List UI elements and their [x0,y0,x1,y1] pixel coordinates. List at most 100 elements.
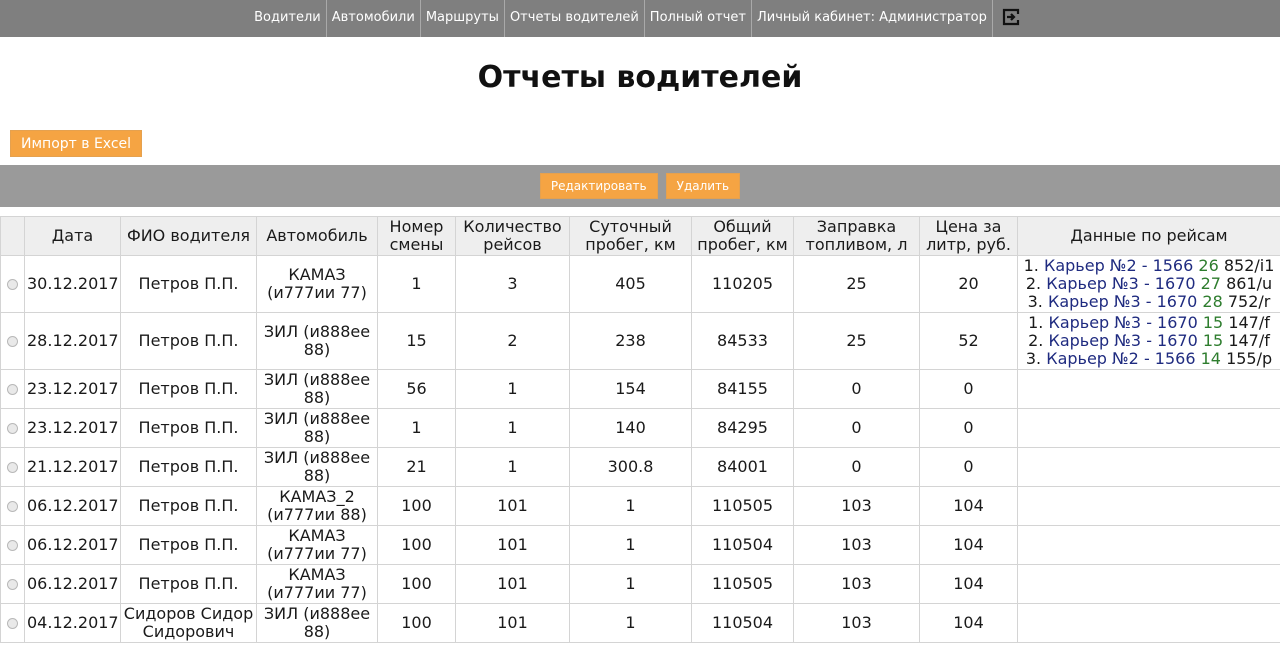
import-excel-button[interactable]: Импорт в Excel [10,130,143,157]
cell-date: 06.12.2017 [24,486,121,526]
table-row[interactable]: 28.12.2017 Петров П.П. ЗИЛ (и888ее 88) 15 2 2… [0,312,1280,370]
cell-car: КАМАЗ (и777ии 77) [256,525,378,565]
cell-total-mileage: 84295 [691,408,794,448]
action-bar: Редактировать Удалить [0,165,1280,207]
cell-driver: Петров П.П. [120,255,257,313]
cell-price: 104 [919,525,1018,565]
header-car[interactable]: Автомобиль [256,216,378,256]
row-radio[interactable] [7,462,18,473]
header-shift[interactable]: Номер смены [377,216,456,256]
trip-detail: 147/f [1223,331,1270,350]
table-row[interactable]: 06.12.2017 Петров П.П. КАМАЗ (и777ии 77) 10… [0,564,1280,604]
table-row[interactable]: 21.12.2017 Петров П.П. ЗИЛ (и888ее 88) 21 1 3… [0,447,1280,487]
row-radio[interactable] [7,579,18,590]
table-row[interactable]: 23.12.2017 Петров П.П. ЗИЛ (и888ее 88) 1 1 14… [0,408,1280,448]
cell-trips-count: 3 [455,255,570,313]
cell-fuel: 103 [793,603,920,643]
trip-number: 2. [1025,274,1047,293]
cell-trips-data: 1. Карьер №2 - 1566 26 852/i1 2. Карьер №… [1017,255,1280,313]
nav-routes[interactable]: Маршруты [421,0,505,37]
table-row[interactable]: 04.12.2017 Сидоров Сидор Сидорович ЗИЛ (и8… [0,603,1280,643]
cell-trips-data [1017,525,1280,565]
cell-fuel: 103 [793,564,920,604]
header-total-mileage[interactable]: Общий пробег, км [691,216,794,256]
cell-select [0,603,25,643]
page-title: Отчеты водителей [477,60,803,95]
cell-car: ЗИЛ (и888ее 88) [256,603,378,643]
row-radio[interactable] [7,336,18,347]
cell-date: 23.12.2017 [24,369,121,409]
edit-button[interactable]: Редактировать [539,173,658,199]
nav-drivers[interactable]: Водители [249,0,327,37]
row-radio[interactable] [7,279,18,290]
header-daily-mileage[interactable]: Суточный пробег, км [569,216,692,256]
cell-select [0,408,25,448]
trip-number: 3. [1025,349,1047,368]
cell-price: 20 [919,255,1018,313]
trip-route: Карьер №3 - 1670 [1048,331,1198,350]
header-driver[interactable]: ФИО водителя [120,216,257,256]
trip-load: 15 [1197,331,1224,350]
table-row[interactable]: 23.12.2017 Петров П.П. ЗИЛ (и888ее 88) 56 1 1… [0,369,1280,409]
row-radio[interactable] [7,540,18,551]
logout-icon[interactable] [993,0,1031,37]
trip-number: 1. [1023,256,1044,275]
cell-fuel: 0 [793,408,920,448]
cell-date: 21.12.2017 [24,447,121,487]
cell-car: ЗИЛ (и888ее 88) [256,369,378,409]
cell-select [0,255,25,313]
cell-driver: Петров П.П. [120,447,257,487]
header-trips-data[interactable]: Данные по рейсам [1017,216,1280,256]
cell-car: ЗИЛ (и888ее 88) [256,447,378,487]
row-radio[interactable] [7,423,18,434]
trip-number: 2. [1028,331,1049,350]
cell-driver: Петров П.П. [120,564,257,604]
cell-select [0,525,25,565]
row-radio[interactable] [7,618,18,629]
trip-load: 27 [1195,274,1221,293]
cell-trips-data: 1. Карьер №3 - 1670 15 147/f 2. Карьер №3… [1017,312,1280,370]
trip-detail: 155/p [1220,349,1273,368]
cell-fuel: 25 [793,312,920,370]
cell-daily-mileage: 1 [569,603,692,643]
row-radio[interactable] [7,501,18,512]
cell-daily-mileage: 405 [569,255,692,313]
table-row[interactable]: 30.12.2017 Петров П.П. КАМАЗ (и777ии 77) 1 3… [0,255,1280,313]
cell-driver: Петров П.П. [120,525,257,565]
trip-route: Карьер №3 - 1670 [1046,274,1196,293]
cell-driver: Петров П.П. [120,312,257,370]
cell-date: 04.12.2017 [24,603,121,643]
cell-price: 52 [919,312,1018,370]
delete-button[interactable]: Удалить [665,173,741,199]
cell-total-mileage: 110505 [691,564,794,604]
nav-full-report[interactable]: Полный отчет [645,0,752,37]
table-row[interactable]: 06.12.2017 Петров П.П. КАМАЗ_2 (и777ии 88)… [0,486,1280,526]
trip-load: 26 [1193,256,1219,275]
nav-cars[interactable]: Автомобили [327,0,421,37]
trip-load: 15 [1197,313,1224,332]
cell-driver: Петров П.П. [120,408,257,448]
cell-total-mileage: 84155 [691,369,794,409]
trip-entry: 3. Карьер №3 - 1670 28 752/r [1020,293,1278,311]
cell-shift: 56 [377,369,456,409]
nav-account[interactable]: Личный кабинет: Администратор [752,0,993,37]
header-fuel[interactable]: Заправка топливом, л [793,216,920,256]
nav-driver-reports[interactable]: Отчеты водителей [505,0,645,37]
cell-daily-mileage: 1 [569,486,692,526]
header-trips-count[interactable]: Количество рейсов [455,216,570,256]
cell-total-mileage: 84001 [691,447,794,487]
cell-trips-count: 1 [455,369,570,409]
header-price[interactable]: Цена за литр, руб. [919,216,1018,256]
cell-select [0,486,25,526]
cell-shift: 100 [377,603,456,643]
cell-shift: 100 [377,486,456,526]
trip-entry: 2. Карьер №3 - 1670 27 861/u [1020,275,1278,293]
header-date[interactable]: Дата [24,216,121,256]
row-radio[interactable] [7,384,18,395]
cell-select [0,312,25,370]
cell-daily-mileage: 140 [569,408,692,448]
cell-trips-data [1017,564,1280,604]
cell-select [0,564,25,604]
top-navigation: Водители Автомобили Маршруты Отчеты води… [0,0,1280,37]
table-row[interactable]: 06.12.2017 Петров П.П. КАМАЗ (и777ии 77) 10… [0,525,1280,565]
